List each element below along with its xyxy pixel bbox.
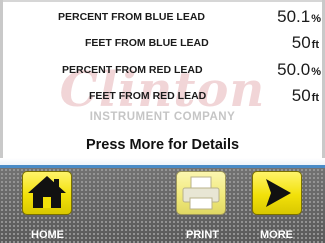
reading-label: PERCENT FROM BLUE LEAD — [58, 11, 205, 23]
readout-screen: Clinton INSTRUMENT COMPANY PERCENT FROM … — [0, 0, 325, 243]
reading-label: FEET FROM BLUE LEAD — [85, 37, 209, 49]
more-button[interactable]: MORE — [250, 168, 310, 243]
reading-value: 50.0% — [277, 60, 321, 79]
reading-row-percent-red: PERCENT FROM RED LEAD 50.0% — [0, 60, 325, 82]
reading-value: 50.1% — [277, 7, 321, 26]
printer-icon — [176, 171, 226, 215]
more-label: MORE — [260, 229, 293, 241]
reading-label: FEET FROM RED LEAD — [89, 90, 207, 102]
home-icon — [22, 171, 72, 215]
reading-value: 50ft — [291, 33, 319, 52]
reading-row-percent-blue: PERCENT FROM BLUE LEAD 50.1% — [0, 7, 325, 29]
bottom-toolbar: HOME PRINT MORE — [0, 168, 325, 243]
frame-top — [0, 0, 325, 2]
home-button[interactable]: HOME — [14, 168, 74, 243]
arrow-right-icon — [252, 171, 302, 215]
reading-row-feet-red: FEET FROM RED LEAD 50ft — [0, 86, 325, 108]
reading-label: PERCENT FROM RED LEAD — [62, 64, 203, 76]
print-label: PRINT — [186, 229, 219, 241]
home-label: HOME — [31, 229, 64, 241]
watermark-company: INSTRUMENT COMPANY — [89, 111, 236, 123]
reading-value: 50ft — [291, 86, 319, 105]
details-prompt: Press More for Details — [85, 137, 240, 153]
print-button[interactable]: PRINT — [176, 168, 232, 243]
reading-row-feet-blue: FEET FROM BLUE LEAD 50ft — [0, 33, 325, 55]
